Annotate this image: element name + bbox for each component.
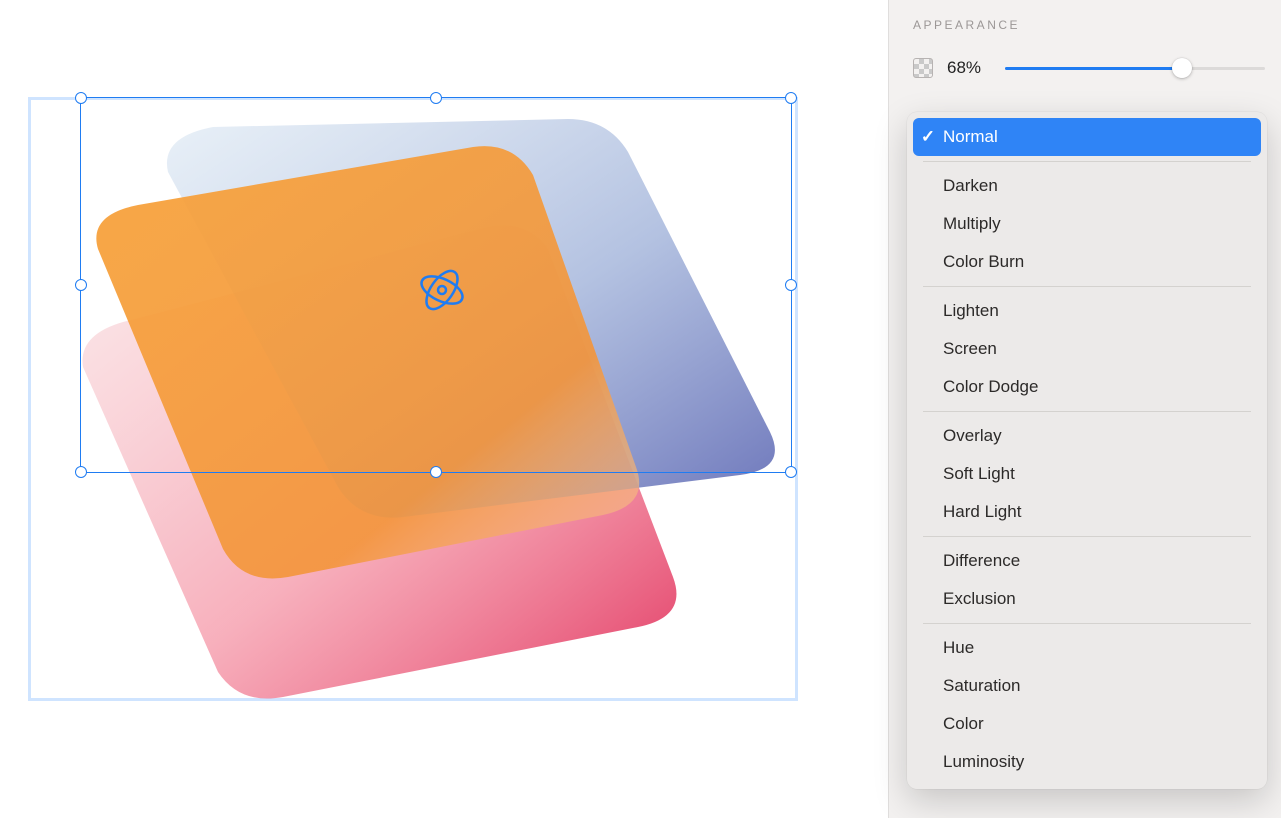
blend-mode-label: Exclusion (943, 589, 1261, 609)
blend-mode-option[interactable]: ✓Color Dodge (913, 368, 1261, 406)
blend-mode-option[interactable]: ✓Color Burn (913, 243, 1261, 281)
opacity-slider[interactable] (1005, 56, 1265, 80)
opacity-row: 68% (889, 56, 1281, 80)
blend-mode-label: Hue (943, 638, 1261, 658)
canvas-area[interactable] (0, 0, 888, 818)
blend-mode-option[interactable]: ✓Screen (913, 330, 1261, 368)
blend-mode-option[interactable]: ✓Hard Light (913, 493, 1261, 531)
inspector-panel: APPEARANCE 68% ✓Normal✓Darken✓Multiply✓C… (888, 0, 1281, 818)
blend-mode-option[interactable]: ✓Multiply (913, 205, 1261, 243)
blend-mode-option[interactable]: ✓Exclusion (913, 580, 1261, 618)
blend-mode-label: Color Dodge (943, 377, 1261, 397)
checkmark-icon: ✓ (913, 127, 943, 147)
appearance-section-title: APPEARANCE (889, 18, 1281, 56)
blend-mode-option[interactable]: ✓Luminosity (913, 743, 1261, 781)
blend-mode-label: Darken (943, 176, 1261, 196)
blend-mode-label: Overlay (943, 426, 1261, 446)
blend-mode-option[interactable]: ✓Lighten (913, 292, 1261, 330)
menu-separator (923, 411, 1251, 412)
menu-separator (923, 286, 1251, 287)
blend-mode-option[interactable]: ✓Darken (913, 167, 1261, 205)
menu-separator (923, 623, 1251, 624)
blend-mode-label: Normal (943, 127, 1261, 147)
blend-mode-label: Saturation (943, 676, 1261, 696)
blend-mode-option[interactable]: ✓Saturation (913, 667, 1261, 705)
blend-mode-option[interactable]: ✓Soft Light (913, 455, 1261, 493)
slider-fill (1005, 67, 1182, 70)
blend-mode-option[interactable]: ✓Hue (913, 629, 1261, 667)
blend-mode-label: Hard Light (943, 502, 1261, 522)
blend-mode-label: Difference (943, 551, 1261, 571)
blend-mode-option[interactable]: ✓Normal (913, 118, 1261, 156)
blend-mode-option[interactable]: ✓Color (913, 705, 1261, 743)
menu-separator (923, 536, 1251, 537)
opacity-value-field[interactable]: 68% (947, 58, 991, 78)
blend-mode-label: Lighten (943, 301, 1261, 321)
slider-thumb[interactable] (1172, 58, 1192, 78)
layered-shapes (28, 97, 798, 701)
opacity-swatch-icon[interactable] (913, 58, 933, 78)
blend-mode-dropdown[interactable]: ✓Normal✓Darken✓Multiply✓Color Burn✓Light… (907, 112, 1267, 789)
blend-mode-label: Color Burn (943, 252, 1261, 272)
blend-mode-label: Multiply (943, 214, 1261, 234)
blend-mode-option[interactable]: ✓Difference (913, 542, 1261, 580)
blend-mode-label: Screen (943, 339, 1261, 359)
blend-mode-label: Luminosity (943, 752, 1261, 772)
menu-separator (923, 161, 1251, 162)
blend-mode-option[interactable]: ✓Overlay (913, 417, 1261, 455)
canvas-shapes (28, 97, 798, 701)
blend-mode-label: Color (943, 714, 1261, 734)
blend-mode-label: Soft Light (943, 464, 1261, 484)
